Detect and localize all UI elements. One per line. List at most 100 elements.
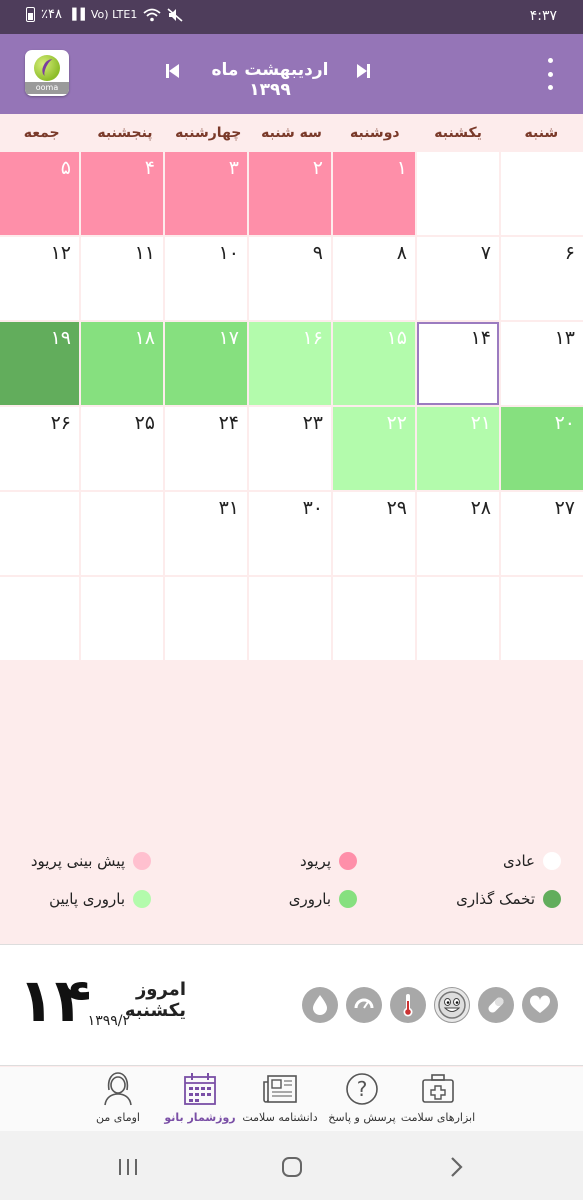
day-cell[interactable]: ۳۱ (165, 492, 247, 575)
day-cell[interactable]: ۱۶ (249, 322, 331, 405)
day-number: ۴ (144, 157, 155, 179)
empty-day-cell (333, 577, 415, 660)
svg-text:?: ? (357, 1077, 368, 1101)
empty-day-cell (417, 152, 499, 235)
day-cell[interactable]: ۱۰ (165, 237, 247, 320)
day-cell[interactable]: ۶ (501, 237, 583, 320)
day-number: ۱۸ (134, 327, 155, 349)
day-cell[interactable]: ۹ (249, 237, 331, 320)
day-cell[interactable]: ۲۰ (501, 407, 583, 490)
day-cell[interactable]: ۲۷ (501, 492, 583, 575)
legend-fertile-low-label: باروری پایین (49, 890, 125, 908)
signal-icon: ▐▐ (67, 8, 85, 21)
day-cell[interactable]: ۲۹ (333, 492, 415, 575)
weekday-tuesday: سه شنبه (261, 125, 322, 141)
water-drop-icon[interactable] (302, 987, 338, 1023)
legend: عادی پریود پیش بینی پریود تخمک گذاری بار… (0, 848, 583, 920)
day-number: ۲۱ (470, 412, 491, 434)
question-icon: ? (344, 1071, 380, 1107)
day-cell[interactable]: ۷ (417, 237, 499, 320)
next-month-button[interactable] (166, 62, 182, 80)
network-label: Vo) LTE1 (90, 8, 138, 21)
nav-encyclopedia[interactable]: دانشنامه سلامت (234, 1071, 326, 1124)
newspaper-icon (262, 1071, 298, 1107)
back-icon[interactable] (444, 1155, 468, 1179)
day-number: ۶ (564, 242, 575, 264)
legend-period-dot (339, 852, 357, 870)
weekday-saturday: شنبه (524, 125, 559, 141)
day-number: ۱۲ (50, 242, 71, 264)
day-cell[interactable]: ۱ (333, 152, 415, 235)
heart-icon[interactable] (522, 987, 558, 1023)
recent-apps-icon[interactable] (116, 1155, 140, 1179)
pill-icon[interactable] (478, 987, 514, 1023)
kebab-menu-icon[interactable] (545, 58, 555, 90)
status-bar: ٪۴۸ ▐▐ Vo) LTE1 ۴:۳۷ (0, 0, 583, 34)
day-number: ۱۳ (554, 327, 575, 349)
month-title: اردیبهشت ماه ۱۳۹۹ (211, 60, 329, 100)
day-cell[interactable]: ۲۱ (417, 407, 499, 490)
day-cell[interactable]: ۱۷ (165, 322, 247, 405)
day-cell[interactable]: ۱۳ (501, 322, 583, 405)
day-number: ۸ (396, 242, 407, 264)
day-cell[interactable]: ۲۸ (417, 492, 499, 575)
empty-day-cell (501, 577, 583, 660)
day-number: ۱۷ (218, 327, 239, 349)
day-cell[interactable]: ۱۴ (417, 322, 499, 405)
weight-scale-icon[interactable] (346, 987, 382, 1023)
day-cell[interactable]: ۲۶ (0, 407, 79, 490)
day-cell[interactable]: ۳ (165, 152, 247, 235)
day-cell[interactable]: ۸ (333, 237, 415, 320)
day-number: ۲۷ (554, 497, 575, 519)
day-cell[interactable]: ۲۳ (249, 407, 331, 490)
weekday-friday: جمعه (23, 125, 60, 141)
day-cell[interactable]: ۲۵ (81, 407, 163, 490)
day-number: ۷ (480, 242, 491, 264)
day-number: ۱۹ (50, 327, 71, 349)
empty-day-cell (0, 577, 79, 660)
thermometer-icon[interactable] (390, 987, 426, 1023)
nav-encyclopedia-label: دانشنامه سلامت (242, 1111, 318, 1124)
home-icon[interactable] (280, 1155, 304, 1179)
legend-ovulation: تخمک گذاری (456, 890, 561, 908)
woman-avatar-icon (100, 1071, 136, 1107)
day-cell[interactable]: ۳۰ (249, 492, 331, 575)
day-number: ۱۵ (386, 327, 407, 349)
day-cell[interactable]: ۲۴ (165, 407, 247, 490)
day-cell[interactable]: ۴ (81, 152, 163, 235)
day-number: ۲۴ (218, 412, 239, 434)
app-logo[interactable]: ooma (25, 50, 69, 96)
day-cell[interactable]: ۲۲ (333, 407, 415, 490)
day-number: ۲۲ (386, 412, 407, 434)
prev-month-button[interactable] (356, 62, 372, 80)
legend-normal-dot (543, 852, 561, 870)
mood-face-icon[interactable] (434, 987, 470, 1023)
today-panel: ۱۴ امروز یکشنبه ۱۳۹۹/۲ (0, 944, 583, 1066)
day-number: ۹ (312, 242, 323, 264)
wifi-icon (143, 8, 161, 21)
nav-calendar[interactable]: روزشمار بانو (154, 1071, 246, 1124)
empty-day-cell (417, 577, 499, 660)
calendar-icon (182, 1071, 218, 1107)
day-cell[interactable]: ۱۹ (0, 322, 79, 405)
weekday-sunday: یکشنبه (434, 125, 482, 141)
day-cell[interactable]: ۱۱ (81, 237, 163, 320)
day-cell[interactable]: ۱۵ (333, 322, 415, 405)
today-date: ۱۳۹۹/۲ (87, 1013, 130, 1029)
legend-period-label: پریود (299, 852, 331, 870)
day-number: ۱۰ (218, 242, 239, 264)
day-cell[interactable]: ۱۲ (0, 237, 79, 320)
day-cell[interactable]: ۵ (0, 152, 79, 235)
battery-level: ٪۴۸ (41, 7, 62, 22)
app-header: ooma اردیبهشت ماه ۱۳۹۹ (0, 34, 583, 114)
legend-period-prediction-label: پیش بینی پریود (30, 852, 125, 870)
day-cell[interactable]: ۱۸ (81, 322, 163, 405)
nav-qa[interactable]: ? پرسش و پاسخ (316, 1071, 408, 1124)
day-number: ۲۳ (302, 412, 323, 434)
nav-my-ooma[interactable]: اومای من (72, 1071, 164, 1124)
day-cell[interactable]: ۲ (249, 152, 331, 235)
skip-next-icon (166, 64, 179, 78)
day-number: ۲ (312, 157, 323, 179)
logo-text: ooma (25, 82, 69, 94)
day-number: ۲۵ (134, 412, 155, 434)
